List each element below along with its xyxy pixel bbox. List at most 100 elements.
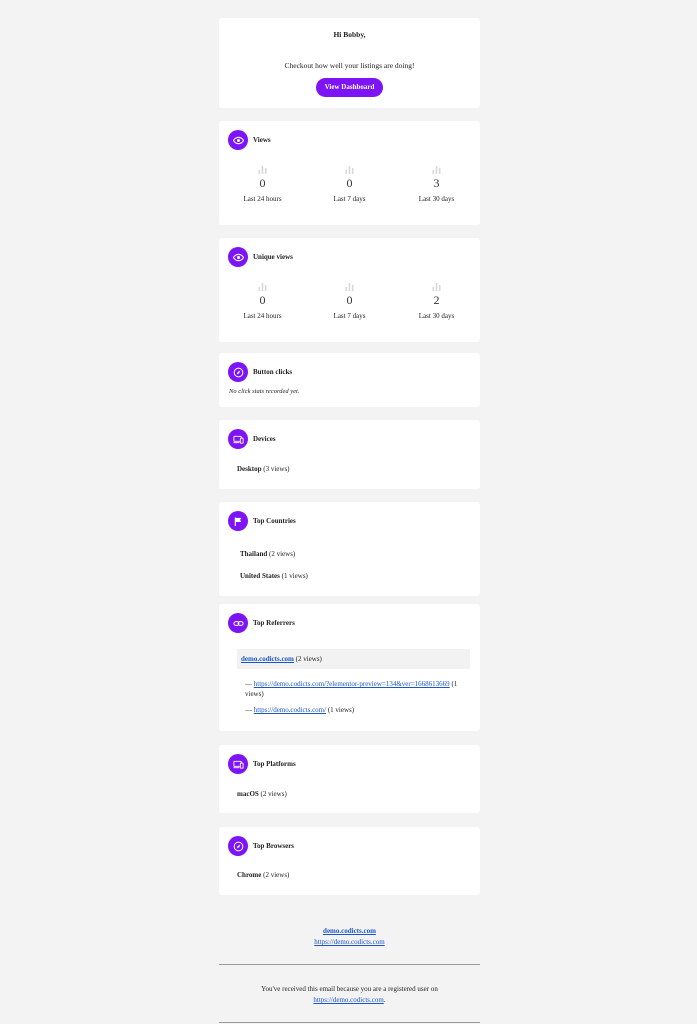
stat-value: 0 <box>346 293 353 307</box>
platform-name: macOS <box>237 790 259 798</box>
countries-title: Top Countries <box>253 517 296 525</box>
country-item: United States (1 views) <box>240 572 308 580</box>
devices-title: Devices <box>253 435 276 443</box>
footer-site-url-link[interactable]: https://demo.codicts.com <box>314 938 384 946</box>
greeting: Hi Bobby, <box>333 30 366 39</box>
compass-icon <box>228 836 248 856</box>
country-item: Thailand (2 views) <box>240 550 295 558</box>
views-header: Views <box>228 130 271 150</box>
bar-chart-icon <box>345 283 354 291</box>
country-name: Thailand <box>240 550 268 558</box>
platforms-card: Top Platforms macOS (2 views) <box>219 745 480 813</box>
stat-label: Last 30 days <box>418 195 455 203</box>
button-clicks-card: Button clicks No click stats recorded ye… <box>219 353 480 407</box>
stat-24h: 0 Last 24 hours <box>219 165 306 203</box>
footer-site-name: demo.codicts.com <box>219 927 480 935</box>
footer-site-name-link[interactable]: demo.codicts.com <box>323 927 376 935</box>
views-title: Views <box>253 136 271 144</box>
browser-item: Chrome (2 views) <box>237 871 289 879</box>
country-count: (2 views) <box>269 550 296 558</box>
eye-icon <box>228 130 248 150</box>
referrer-link-row: — https://demo.codicts.com/?elementor-pr… <box>245 679 465 699</box>
referrer-domain-row: demo.codicts.com (2 views) <box>237 649 470 669</box>
link-icon <box>228 613 248 633</box>
unique-views-card: Unique views 0 Last 24 hours 0 Last 7 da… <box>219 238 480 342</box>
referrer-dash: — <box>245 680 252 688</box>
unique-views-title: Unique views <box>253 253 293 261</box>
devices-icon <box>228 754 248 774</box>
button-clicks-header: Button clicks <box>228 362 292 382</box>
stat-label: Last 24 hours <box>243 195 282 203</box>
countries-card: Top Countries Thailand (2 views) United … <box>219 502 480 596</box>
stat-value: 2 <box>433 293 440 307</box>
platform-count: (2 views) <box>260 790 287 798</box>
flag-icon <box>228 511 248 531</box>
bar-chart-icon <box>432 166 441 174</box>
device-name: Desktop <box>237 465 262 473</box>
referrer-url-count-cont: views) <box>245 690 264 698</box>
devices-header: Devices <box>228 429 276 449</box>
referrer-dash: — <box>245 706 252 714</box>
footer-notice-end: . <box>383 996 386 1004</box>
referrer-domain-link[interactable]: demo.codicts.com <box>241 655 294 663</box>
stat-label: Last 7 days <box>333 195 366 203</box>
referrers-card: Top Referrers demo.codicts.com (2 views)… <box>219 604 480 731</box>
country-count: (1 views) <box>281 572 308 580</box>
platforms-header: Top Platforms <box>228 754 296 774</box>
browser-name: Chrome <box>237 871 262 879</box>
stat-value: 3 <box>433 176 440 190</box>
bar-chart-icon <box>258 166 267 174</box>
devices-icon <box>228 429 248 449</box>
referrer-domain-count: (2 views) <box>295 655 322 663</box>
footer-site-url: https://demo.codicts.com <box>219 938 480 946</box>
views-card: Views 0 Last 24 hours 0 Last 7 days 3 La… <box>219 121 480 225</box>
device-count: (3 views) <box>263 465 290 473</box>
stat-value: 0 <box>346 176 353 190</box>
stat-label: Last 30 days <box>418 312 455 320</box>
stat-label: Last 7 days <box>333 312 366 320</box>
referrers-title: Top Referrers <box>253 619 295 627</box>
stat-label: Last 24 hours <box>243 312 282 320</box>
unique-views-header: Unique views <box>228 247 293 267</box>
device-item: Desktop (3 views) <box>237 465 290 473</box>
compass-icon <box>228 362 248 382</box>
browsers-title: Top Browsers <box>253 842 295 850</box>
browser-count: (2 views) <box>263 871 290 879</box>
footer-notice: You've received this email because you a… <box>219 984 480 1006</box>
bar-chart-icon <box>432 283 441 291</box>
stat-value: 0 <box>259 293 266 307</box>
referrer-url-link[interactable]: https://demo.codicts.com/ <box>254 706 326 714</box>
greeting-card: Hi Bobby, Checkout how well your listing… <box>219 18 480 108</box>
footer-notice-link[interactable]: https://demo.codicts.com <box>313 996 383 1004</box>
stat-30d: 2 Last 30 days <box>393 282 480 320</box>
footer-bottom-divider <box>219 1022 480 1023</box>
referrer-url-count: (1 <box>451 680 458 688</box>
no-clicks-message: No click stats recorded yet. <box>229 388 300 395</box>
country-name: United States <box>240 572 280 580</box>
referrer-link-row: — https://demo.codicts.com/ (1 views) <box>245 706 354 714</box>
devices-card: Devices Desktop (3 views) <box>219 420 480 489</box>
platforms-title: Top Platforms <box>253 760 296 768</box>
platform-item: macOS (2 views) <box>237 790 287 798</box>
stat-value: 0 <box>259 176 266 190</box>
stat-7d: 0 Last 7 days <box>306 165 393 203</box>
browsers-header: Top Browsers <box>228 836 294 856</box>
bar-chart-icon <box>258 283 267 291</box>
button-clicks-title: Button clicks <box>253 368 293 376</box>
countries-header: Top Countries <box>228 511 296 531</box>
bar-chart-icon <box>345 166 354 174</box>
unique-views-stats: 0 Last 24 hours 0 Last 7 days 2 Last 30 … <box>219 282 480 320</box>
browsers-card: Top Browsers Chrome (2 views) <box>219 827 480 895</box>
referrer-url-count: (1 views) <box>327 706 355 714</box>
referrer-url-link[interactable]: https://demo.codicts.com/?elementor-prev… <box>254 680 450 688</box>
footer-notice-text: You've received this email because you a… <box>261 985 438 993</box>
lead-text: Checkout how well your listings are doin… <box>284 61 415 70</box>
footer-divider <box>219 964 480 965</box>
referrer-domain: demo.codicts.com (2 views) <box>241 655 322 663</box>
referrers-header: Top Referrers <box>228 613 295 633</box>
stat-24h: 0 Last 24 hours <box>219 282 306 320</box>
stat-30d: 3 Last 30 days <box>393 165 480 203</box>
eye-icon <box>228 247 248 267</box>
stat-7d: 0 Last 7 days <box>306 282 393 320</box>
view-dashboard-button[interactable]: View Dashboard <box>316 78 383 97</box>
